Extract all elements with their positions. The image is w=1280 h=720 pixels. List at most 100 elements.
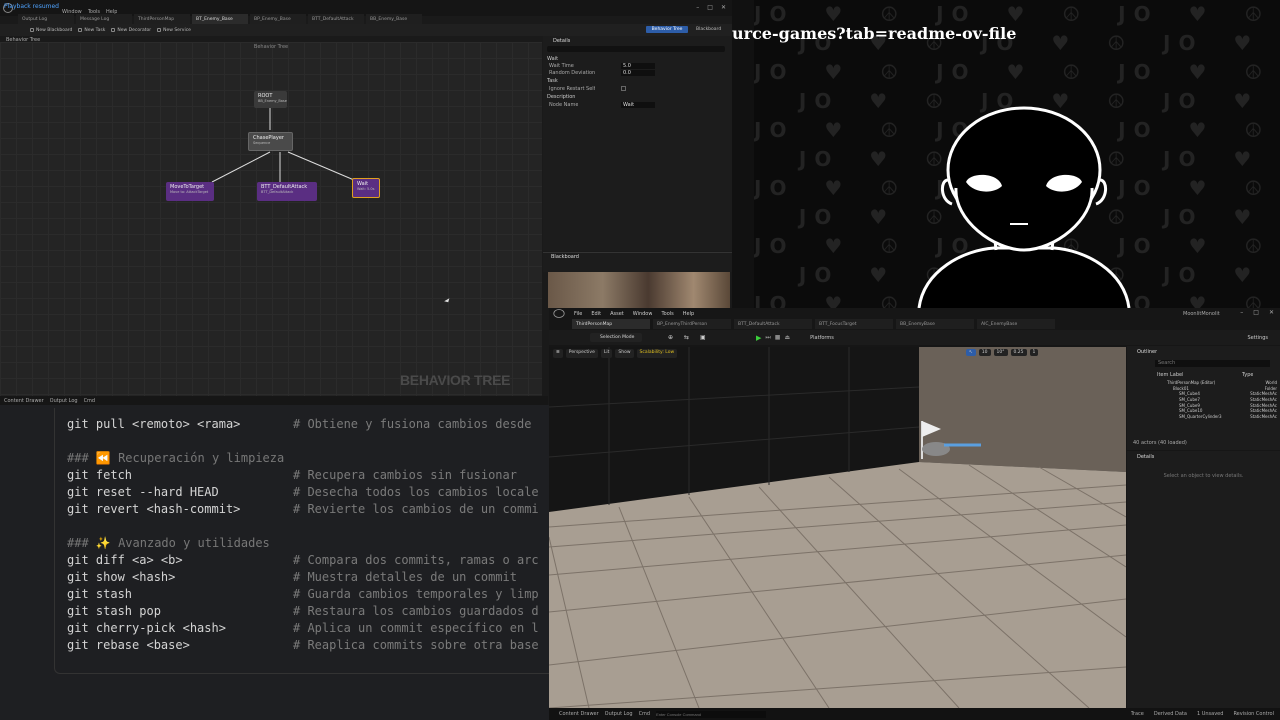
comment-text: # Muestra detalles de un commit [293,570,517,584]
tab-btt-focustarget[interactable]: BTT_FocusTarget [815,319,893,329]
bt-node-wait[interactable]: Wait Wait: 5.0s [352,178,380,198]
tab-aic-enemybase[interactable]: AIC_EnemyBase [977,319,1055,329]
comment-text: # Aplica un commit específico en l [293,621,539,635]
graph-watermark: BEHAVIOR TREE [400,372,511,388]
node-subtitle: BTT_DefaultAttack [261,190,294,194]
close-icon[interactable]: ✕ [1269,309,1274,316]
random-deviation-input[interactable]: 0.0 [621,70,655,76]
terminal-line: git stash pop # Restaura los cambios guar… [67,604,539,618]
scalability-dropdown[interactable]: Scalability: Low [636,349,678,358]
list-item[interactable]: SM_Cube4 StaticMeshAc [1167,391,1277,397]
perspective-dropdown[interactable]: Perspective [565,349,598,358]
terminal-line: git show <hash> # Muestra detalles de un … [67,570,517,584]
menu-tools[interactable]: Tools [661,311,673,317]
ue-tab-bar: ThirdPersonMap BP_EnemyThirdPerson BTT_D… [572,319,1055,330]
menu-asset[interactable]: Asset [610,311,624,317]
details-search-input[interactable] [547,46,725,52]
eject-icon[interactable]: ⏏ [784,334,790,342]
lit-dropdown[interactable]: Lit [600,349,613,358]
close-icon[interactable]: ✕ [721,4,726,11]
show-dropdown[interactable]: Show [615,349,634,358]
output-log-button[interactable]: Output Log [50,398,78,404]
section-task[interactable]: Task [547,78,558,84]
comment-text: # Desecha todos los cambios locale [293,485,539,499]
cmd-button[interactable]: Cmd [84,398,96,404]
command-text: git revert <hash-commit> [67,502,241,516]
section-wait[interactable]: Wait [547,56,558,62]
node-subtitle: Wait: 5.0s [357,187,375,191]
field-label-random-deviation: Random Deviation [549,70,596,76]
column-item-label[interactable]: Item Label [1157,372,1183,378]
menu-edit[interactable]: Edit [591,311,601,317]
section-description[interactable]: Description [547,94,575,100]
minimize-icon[interactable]: – [696,4,699,11]
wait-time-input[interactable]: 5.0 [621,63,655,69]
tab-thirdpersonmap[interactable]: ThirdPersonMap [572,319,650,329]
tab-btt-defaultattack[interactable]: BTT_DefaultAttack [734,319,812,329]
node-name-input[interactable]: Wait [621,102,655,108]
level-viewport[interactable] [549,347,1126,708]
play-icon[interactable]: ▶ [756,334,761,342]
details-title: Details [553,38,571,44]
content-drawer-button[interactable]: Content Drawer [559,711,599,717]
maximize-icon[interactable]: □ [1253,309,1259,316]
minimize-icon[interactable]: – [1240,309,1243,316]
rotation-snap-button[interactable]: 10° [993,349,1008,356]
webcam-feed [548,272,730,308]
menu-help[interactable]: Help [683,311,694,317]
viewport-menu-icon[interactable]: ≡ [553,349,563,358]
revision-control-button[interactable]: Revision Control [1233,711,1274,717]
ignore-restart-checkbox[interactable] [621,86,626,91]
bt-node-btt-defaultattack[interactable]: BTT_DefaultAttack BTT_DefaultAttack [257,182,317,201]
step-icon[interactable]: ⏭ [765,334,770,342]
command-text: git pull <remoto> <rama> [67,417,241,431]
tab-bp-enemythirdperson[interactable]: BP_EnemyThirdPerson [653,319,731,329]
bt-node-movetotarget[interactable]: MoveToTarget Move to: AttackTarget [166,182,214,201]
list-item[interactable]: Block01 Folder [1167,386,1277,392]
terminal-line: git reset --hard HEAD # Desecha todos los… [67,485,539,499]
menu-window[interactable]: Window [633,311,653,317]
command-text: git show <hash> [67,570,176,584]
tab-bb-enemybase[interactable]: BB_EnemyBase [896,319,974,329]
scale-snap-button[interactable]: 0.25 [1010,349,1027,356]
list-item[interactable]: SM_Cube10 StaticMeshAc [1167,408,1277,414]
camera-speed-button[interactable]: 1 [1029,349,1039,356]
console-command-input[interactable] [656,710,767,718]
list-item[interactable]: ThirdPersonMap (Editor) World [1167,380,1277,386]
blueprint-icon[interactable]: ⇆ [684,334,694,342]
list-item[interactable]: SM_Cube9 StaticMeshAc [1167,402,1277,408]
blackboard-mode-button[interactable]: Blackboard [696,26,726,33]
comment-text: # Reaplica commits sobre otra base [293,638,539,652]
ue-status-bar: Content Drawer Output Log Cmd Trace Deri… [549,708,1280,720]
output-log-button[interactable]: Output Log [605,711,633,717]
bt-node-chaseplayer[interactable]: ChasePlayer Sequence [248,132,293,151]
command-text: git reset --hard HEAD [67,485,219,499]
comment-text: # Revierte los cambios de un commi [293,502,539,516]
maximize-icon[interactable]: □ [707,4,713,11]
content-drawer-button[interactable]: Content Drawer [4,398,44,404]
grid-snap-button[interactable]: 10 [978,349,991,356]
cinematics-icon[interactable]: ▣ [700,334,710,342]
cmd-button[interactable]: Cmd [639,711,651,717]
terminal-line: git fetch # Recupera cambios sin fusionar [67,468,517,482]
blackboard-panel: Blackboard [543,252,732,272]
list-item[interactable]: SM_Cube7 StaticMeshAc [1167,397,1277,403]
url-fragment-text: urce-games?tab=readme-ov-file [732,24,1017,43]
viewport-toolbar: ≡ Perspective Lit Show Scalability: Low [553,349,678,358]
bt-node-root[interactable]: ROOT BB_Enemy_Base [254,91,287,108]
list-item[interactable]: SM_QuarterCylinder3 StaticMeshAc [1167,414,1277,420]
platforms-dropdown[interactable]: Platforms [810,335,834,341]
stop-icon[interactable]: ■ [775,334,781,342]
settings-dropdown[interactable]: Settings [1247,335,1268,341]
select-tool-icon[interactable]: ↖ [966,349,976,356]
add-actor-icon[interactable]: ⊕ [668,334,678,342]
selection-mode-dropdown[interactable]: Selection Mode [590,333,642,342]
unsaved-button[interactable]: 1 Unsaved [1197,711,1223,717]
derived-data-button[interactable]: Derived Data [1154,711,1187,717]
behavior-tree-mode-button[interactable]: Behavior Tree [646,26,688,33]
outliner-search-input[interactable]: Search [1155,360,1270,367]
section-header: ### ✨ Avanzado y utilidades [67,536,270,550]
column-type[interactable]: Type [1242,372,1253,378]
menu-file[interactable]: File [574,311,582,317]
trace-button[interactable]: Trace [1131,711,1144,717]
